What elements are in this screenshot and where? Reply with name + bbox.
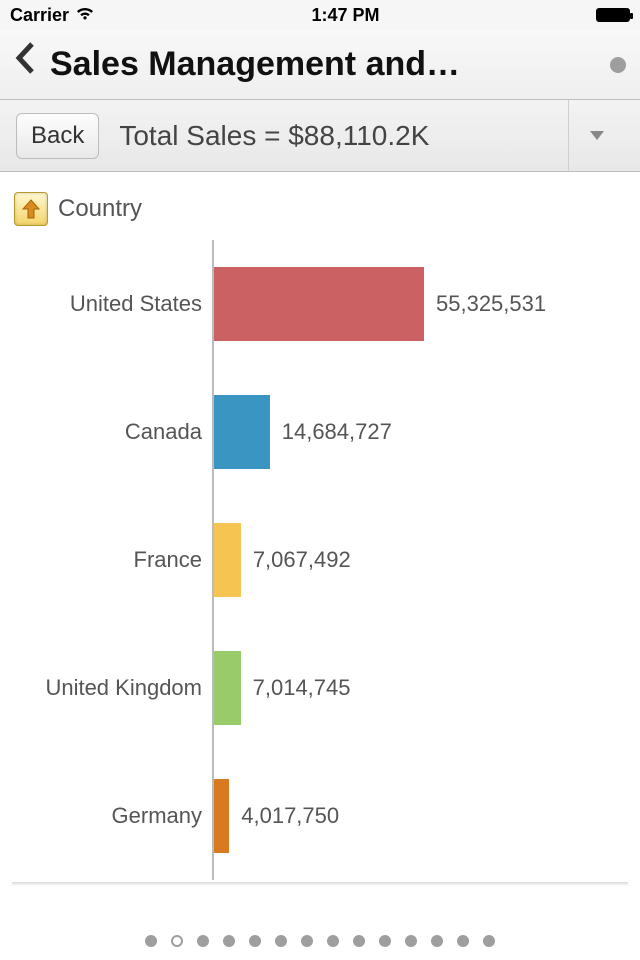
sub-bar: Back Total Sales = $88,110.2K [0, 100, 640, 172]
pager-dot[interactable] [483, 935, 495, 947]
pager-dot[interactable] [379, 935, 391, 947]
chevron-down-icon [590, 131, 604, 140]
bar-row[interactable]: 7,014,745 [214, 624, 628, 752]
bar-row[interactable]: 14,684,727 [214, 368, 628, 496]
value-label: 7,014,745 [253, 675, 351, 701]
wifi-icon [75, 5, 95, 26]
bar [214, 779, 229, 853]
clock: 1:47 PM [312, 5, 380, 26]
plot-area: 55,325,531 14,684,727 7,067,492 7,014,745 4,… [212, 240, 628, 880]
status-left: Carrier [10, 5, 95, 26]
pager-dot[interactable] [145, 935, 157, 947]
category-label: France [12, 496, 212, 624]
bar [214, 523, 241, 597]
status-bar: Carrier 1:47 PM [0, 0, 640, 30]
pager-dot[interactable] [457, 935, 469, 947]
bar [214, 651, 241, 725]
pager-dot[interactable] [171, 935, 183, 947]
pager-dot[interactable] [197, 935, 209, 947]
pager-dot[interactable] [223, 935, 235, 947]
bar [214, 267, 424, 341]
chart-area: Country United StatesCanadaFranceUnited … [0, 172, 640, 922]
category-label: Germany [12, 752, 212, 880]
value-label: 4,017,750 [241, 803, 339, 829]
page-title: Sales Management and… [50, 45, 596, 84]
category-label: United Kingdom [12, 624, 212, 752]
value-label: 14,684,727 [282, 419, 392, 445]
dimension-label: Country [58, 195, 142, 223]
pager-dot[interactable] [431, 935, 443, 947]
pager-dot[interactable] [249, 935, 261, 947]
nav-back-button[interactable] [14, 41, 36, 88]
bar-row[interactable]: 4,017,750 [214, 752, 628, 880]
back-button[interactable]: Back [16, 113, 99, 159]
value-label: 55,325,531 [436, 291, 546, 317]
carrier-label: Carrier [10, 5, 69, 26]
status-indicator [610, 57, 626, 73]
bar-row[interactable]: 55,325,531 [214, 240, 628, 368]
drill-up-icon[interactable] [14, 192, 48, 226]
metric-title: Total Sales = $88,110.2K [119, 120, 548, 152]
value-label: 7,067,492 [253, 547, 351, 573]
pager-dot[interactable] [275, 935, 287, 947]
pager-dot[interactable] [405, 935, 417, 947]
pager-dot[interactable] [327, 935, 339, 947]
pager-dot[interactable] [353, 935, 365, 947]
dropdown-button[interactable] [568, 100, 624, 171]
battery-icon [596, 8, 630, 22]
bar [214, 395, 270, 469]
category-label: United States [12, 240, 212, 368]
page-indicator[interactable] [0, 922, 640, 960]
chart-body: United StatesCanadaFranceUnited KingdomG… [12, 240, 628, 880]
category-label: Canada [12, 368, 212, 496]
y-axis-labels: United StatesCanadaFranceUnited KingdomG… [12, 240, 212, 880]
pager-dot[interactable] [301, 935, 313, 947]
bar-row[interactable]: 7,067,492 [214, 496, 628, 624]
dimension-row[interactable]: Country [14, 192, 628, 226]
nav-bar: Sales Management and… [0, 30, 640, 100]
